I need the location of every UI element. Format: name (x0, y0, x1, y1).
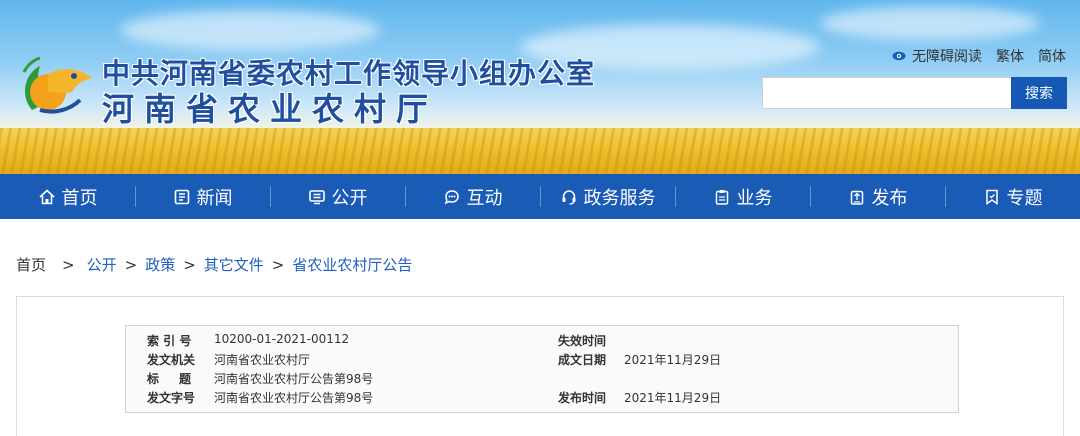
home-icon (38, 188, 55, 204)
breadcrumb-separator: > (271, 255, 285, 274)
breadcrumb-item-policy[interactable]: 政策 (145, 254, 175, 275)
meta-row: 标 题 河南省农业农村厅公告第98号 (126, 370, 958, 388)
issuer-label: 发文机关 (147, 353, 196, 367)
nav-item-interaction[interactable]: 互动 (405, 174, 540, 219)
simplified-chinese-link[interactable]: 简体 (1038, 46, 1066, 66)
title-label-char: 标 (147, 372, 160, 386)
document-metadata: 索 引 号 10200-01-2021-00112 失效时间 发文机关 河南省农… (125, 325, 959, 413)
expire-label: 失效时间 (558, 334, 607, 348)
meta-row: 索 引 号 10200-01-2021-00112 失效时间 (126, 332, 958, 350)
created-label: 成文日期 (558, 353, 607, 367)
title-label: 标 题 (147, 370, 191, 387)
nav-item-release[interactable]: 发布 (810, 174, 945, 219)
search-box: 搜索 (762, 77, 1067, 109)
title-value: 河南省农业农村厅公告第98号 (214, 372, 374, 386)
index-value: 10200-01-2021-00112 (214, 332, 350, 346)
nav-label: 政务服务 (583, 187, 656, 209)
search-input[interactable] (762, 77, 1011, 109)
content-card: 索 引 号 10200-01-2021-00112 失效时间 发文机关 河南省农… (16, 296, 1064, 436)
chat-icon (444, 189, 459, 204)
nav-item-public[interactable]: 公开 (270, 174, 405, 219)
eye-icon (892, 51, 906, 61)
breadcrumb-separator: > (124, 255, 138, 274)
publish-icon (850, 190, 863, 205)
title-label-char: 题 (178, 372, 191, 386)
nav-label: 首页 (61, 187, 98, 209)
breadcrumb-item-public[interactable]: 公开 (87, 254, 117, 275)
site-title-line2: 河南省农业农村厅 (102, 90, 439, 128)
cloud-decoration (120, 10, 380, 50)
bookmark-icon (985, 189, 998, 205)
wheat-field (0, 128, 1080, 174)
breadcrumb-separator: > (62, 255, 75, 274)
search-button[interactable]: 搜索 (1011, 77, 1067, 109)
created-value: 2021年11月29日 (624, 353, 722, 367)
accessibility-link[interactable]: 无障碍阅读 (892, 46, 982, 66)
nav-label: 专题 (1006, 187, 1043, 209)
breadcrumb-item-announcements[interactable]: 省农业农村厅公告 (292, 254, 412, 275)
meta-row: 发文机关 河南省农业农村厅 成文日期 2021年11月29日 (126, 351, 958, 369)
main-nav: 首页 新闻 公开 互动 政务服务 业务 发布 专题 (0, 174, 1080, 219)
nav-item-business[interactable]: 业务 (675, 174, 810, 219)
breadcrumb-separator: > (183, 255, 196, 274)
docno-value: 河南省农业农村厅公告第98号 (214, 391, 374, 405)
nav-label: 新闻 (196, 187, 233, 209)
breadcrumb: 首页 > 公开 > 政策 > 其它文件 > 省农业农村厅公告 (16, 254, 412, 275)
nav-label: 发布 (871, 187, 908, 209)
nav-label: 公开 (331, 187, 368, 209)
published-label: 发布时间 (558, 391, 607, 405)
nav-item-home[interactable]: 首页 (0, 174, 135, 219)
published-value: 2021年11月29日 (624, 391, 722, 405)
meta-row: 发文字号 河南省农业农村厅公告第98号 发布时间 2021年11月29日 (126, 389, 958, 407)
traditional-chinese-link[interactable]: 繁体 (996, 46, 1024, 66)
cloud-decoration (820, 6, 1040, 40)
headset-icon (562, 189, 575, 205)
news-icon (174, 189, 189, 204)
breadcrumb-item-other-docs[interactable]: 其它文件 (204, 254, 264, 275)
nav-item-news[interactable]: 新闻 (135, 174, 270, 219)
logo-icon[interactable] (18, 52, 98, 118)
issuer-value: 河南省农业农村厅 (214, 353, 311, 367)
public-icon (308, 189, 325, 204)
index-label: 索 引 号 (147, 334, 192, 348)
nav-label: 业务 (736, 187, 773, 209)
accessibility-label: 无障碍阅读 (912, 49, 982, 65)
docno-label: 发文字号 (147, 391, 196, 405)
nav-item-services[interactable]: 政务服务 (540, 174, 675, 219)
top-links: 无障碍阅读 繁体 简体 (892, 46, 1066, 66)
nav-item-topics[interactable]: 专题 (945, 174, 1080, 219)
nav-label: 互动 (466, 187, 503, 209)
breadcrumb-home[interactable]: 首页 (16, 254, 46, 275)
clipboard-icon (715, 189, 728, 205)
header-banner: 中共河南省委农村工作领导小组办公室 河南省农业农村厅 无障碍阅读 繁体 简体 搜… (0, 0, 1080, 174)
